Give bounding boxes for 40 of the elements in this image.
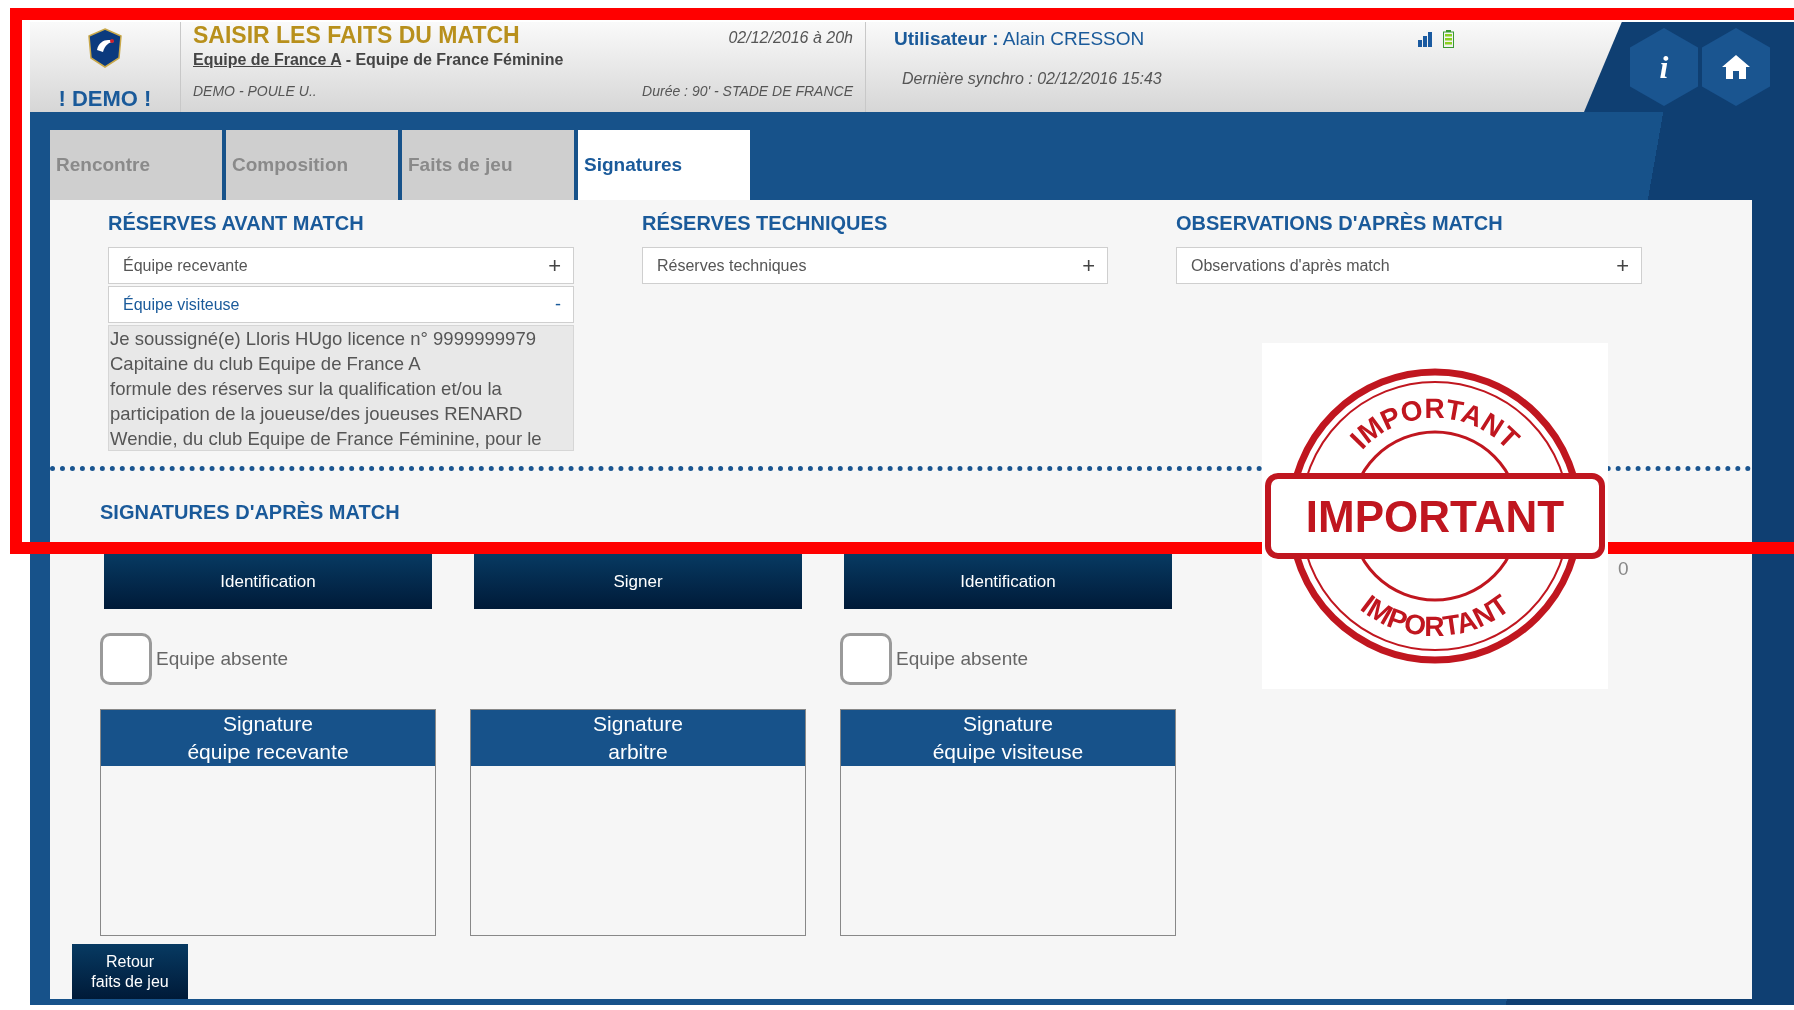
home-icon [1721, 54, 1751, 80]
info-button[interactable]: i [1630, 28, 1698, 106]
battery-icon [1443, 30, 1454, 48]
counter-text: 0 [1618, 558, 1629, 580]
accordion-item[interactable]: Observations d'après match + [1176, 247, 1642, 284]
signal-icon [1417, 31, 1433, 47]
back-button[interactable]: Retour faits de jeu [72, 944, 188, 999]
checkbox-label: Equipe absente [156, 648, 289, 670]
section-heading: OBSERVATIONS D'APRÈS MATCH [1176, 212, 1504, 235]
signature-pad-title: Signature arbitre [471, 710, 805, 766]
accordion-item[interactable]: Équipe recevante + [108, 247, 574, 284]
checkbox[interactable] [840, 633, 892, 685]
checkbox-label: Equipe absente [896, 648, 1029, 670]
sync-status: Dernière synchro : 02/12/2016 15:43 [902, 70, 1163, 88]
crest-logo-icon [87, 28, 123, 68]
section-heading: SIGNATURES D'APRÈS MATCH [100, 501, 400, 524]
match-teams: Equipe de France A - Equipe de France Féminine [193, 51, 565, 69]
signature-pad[interactable]: Signature arbitre [470, 709, 806, 936]
accordion-item[interactable]: Équipe visiteuse - [108, 286, 574, 323]
accordion-item[interactable]: Réserves techniques + [642, 247, 1108, 284]
action-button[interactable]: Identification [104, 554, 432, 609]
signature-pad-title: Signature équipe recevante [101, 710, 435, 766]
match-details: Durée : 90' - STADE DE FRANCE [642, 83, 853, 99]
section-heading: RÉSERVES AVANT MATCH [108, 212, 365, 235]
action-button[interactable]: Identification [844, 554, 1172, 609]
signature-pad[interactable]: Signature équipe recevante [100, 709, 436, 936]
checkbox[interactable] [100, 633, 152, 685]
tab[interactable]: Signatures [578, 130, 750, 200]
match-date: 02/12/2016 à 20h [728, 29, 853, 47]
stamp-text: IMPORTANT [1305, 492, 1565, 541]
signature-pad[interactable]: Signature équipe visiteuse [840, 709, 1176, 936]
section-heading: RÉSERVES TECHNIQUES [642, 212, 889, 235]
action-button[interactable]: Signer [474, 554, 802, 609]
reserve-text-area[interactable]: Je soussigné(e) Lloris HUgo licence n° 9999999979 Capitaine du club Equipe de France A formule des réserves sur la qualification et/ou la participation de la joueuse/des joueuses RENARD Wendie, du club Equipe de France Féminine, pour le [108, 325, 574, 451]
competition-label: DEMO - POULE U.. [193, 83, 317, 99]
stamp-text: IMPORTANT [1355, 588, 1515, 643]
signature-pad-title: Signature équipe visiteuse [841, 710, 1175, 766]
demo-label: ! DEMO ! [58, 86, 152, 112]
user-info: Utilisateur : Alain CRESSON [894, 28, 1145, 50]
page-title: SAISIR LES FAITS DU MATCH [193, 22, 520, 49]
